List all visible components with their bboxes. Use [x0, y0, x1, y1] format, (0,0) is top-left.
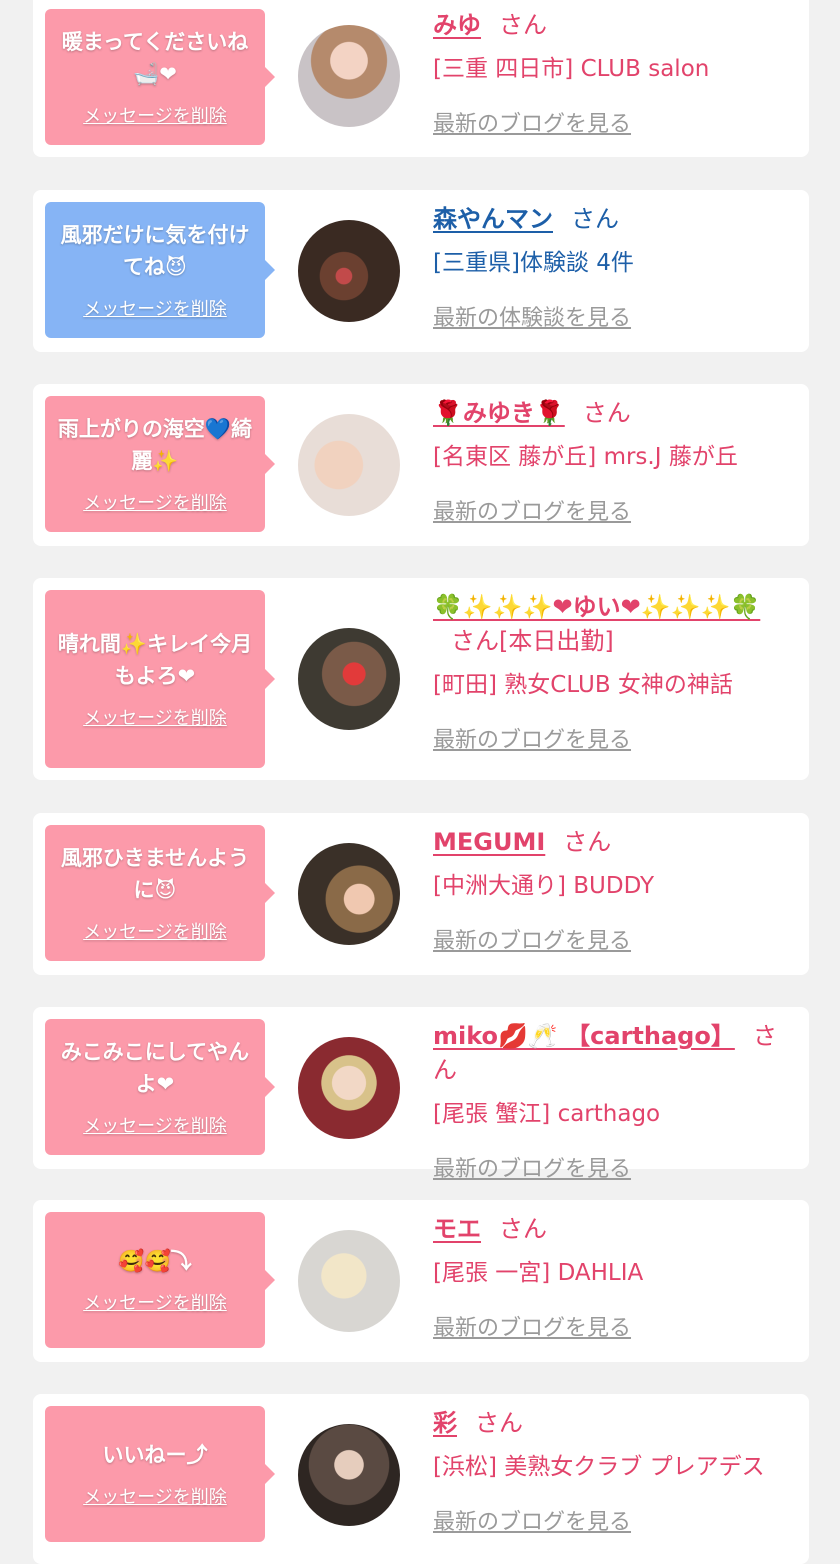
shop-info: [町田] 熟女CLUB 女神の神話 — [433, 672, 733, 698]
message-card: 雨上がりの海空💙綺麗✨ メッセージを削除 🌹みゆき🌹 さん [名東区 藤が丘] m… — [33, 384, 809, 546]
avatar[interactable] — [298, 1424, 400, 1526]
message-text: 雨上がりの海空💙綺麗✨ — [57, 417, 253, 473]
message-bubble: 風邪ひきませんように😈 メッセージを削除 — [45, 825, 275, 961]
avatar[interactable] — [298, 843, 400, 945]
avatar[interactable] — [298, 1037, 400, 1139]
user-name-link[interactable]: 🍀✨✨✨❤ゆい❤✨✨✨🍀 — [433, 593, 760, 621]
user-name-link[interactable]: 森やんマン — [433, 205, 553, 233]
shop-info: [中洲大通り] BUDDY — [433, 873, 655, 899]
delete-message-link[interactable]: メッセージを削除 — [83, 295, 227, 321]
message-text: いいねー⤴ — [102, 1443, 208, 1467]
avatar[interactable] — [298, 414, 400, 516]
message-card: いいねー⤴ メッセージを削除 彩さん [浜松] 美熟女クラブ プレアデス 最新の… — [33, 1394, 809, 1564]
message-card: みこみこにしてやんよ❤ メッセージを削除 miko💋🥂 【carthago】 さん… — [33, 1007, 809, 1182]
avatar[interactable] — [298, 628, 400, 730]
message-bubble: 雨上がりの海空💙綺麗✨ メッセージを削除 — [45, 396, 275, 532]
delete-message-link[interactable]: メッセージを削除 — [83, 1289, 227, 1315]
delete-message-link[interactable]: メッセージを削除 — [83, 1112, 227, 1138]
shop-info: [尾張 一宮] DAHLIA — [433, 1260, 644, 1286]
latest-blog-link[interactable]: 最新のブログを見る — [433, 1310, 631, 1342]
shop-info: [名東区 藤が丘] mrs.J 藤が丘 — [433, 444, 738, 470]
message-card: 風邪ひきませんように😈 メッセージを削除 MEGUMI さん [中洲大通り] BU… — [33, 813, 809, 975]
user-name-link[interactable]: モエ — [433, 1215, 481, 1243]
honorific: さん — [499, 1215, 547, 1243]
user-name-link[interactable]: みゆ — [433, 11, 481, 39]
user-name-link[interactable]: 彩 — [433, 1409, 457, 1437]
message-bubble: みこみこにしてやんよ❤ メッセージを削除 — [45, 1019, 275, 1155]
message-card: 晴れ間✨キレイ今月もよろ❤ メッセージを削除 🍀✨✨✨❤ゆい❤✨✨✨🍀 さん[本日… — [33, 578, 809, 780]
delete-message-link[interactable]: メッセージを削除 — [83, 918, 227, 944]
latest-blog-link[interactable]: 最新のブログを見る — [433, 722, 631, 754]
message-text: みこみこにしてやんよ❤ — [60, 1040, 250, 1096]
honorific: さん[本日出勤] — [451, 627, 614, 655]
message-bubble: いいねー⤴ メッセージを削除 — [45, 1406, 275, 1542]
message-text: 暖まってくださいね🛁❤ — [61, 30, 249, 86]
message-text: 晴れ間✨キレイ今月もよろ❤ — [57, 632, 253, 688]
message-bubble: 風邪だけに気を付けてね😈 メッセージを削除 — [45, 202, 275, 338]
delete-message-link[interactable]: メッセージを削除 — [83, 1483, 227, 1509]
message-bubble: 暖まってくださいね🛁❤ メッセージを削除 — [45, 9, 275, 145]
shop-info: [浜松] 美熟女クラブ プレアデス — [433, 1454, 765, 1480]
delete-message-link[interactable]: メッセージを削除 — [83, 102, 227, 128]
honorific: さん — [499, 11, 547, 39]
avatar[interactable] — [298, 220, 400, 322]
user-name-link[interactable]: miko💋🥂 【carthago】 — [433, 1022, 735, 1050]
message-text: 風邪ひきませんように😈 — [60, 846, 250, 902]
delete-message-link[interactable]: メッセージを削除 — [83, 489, 227, 515]
user-name-link[interactable]: MEGUMI — [433, 828, 545, 856]
message-bubble: 晴れ間✨キレイ今月もよろ❤ メッセージを削除 — [45, 590, 275, 768]
delete-message-link[interactable]: メッセージを削除 — [83, 704, 227, 730]
latest-blog-link[interactable]: 最新のブログを見る — [433, 494, 631, 526]
shop-info: [三重 四日市] CLUB salon — [433, 56, 710, 82]
avatar[interactable] — [298, 1230, 400, 1332]
latest-blog-link[interactable]: 最新のブログを見る — [433, 1504, 631, 1536]
shop-info: [尾張 蟹江] carthago — [433, 1101, 661, 1127]
message-bubble: 🥰🥰⤵ メッセージを削除 — [45, 1212, 275, 1348]
message-card: 暖まってくださいね🛁❤ メッセージを削除 みゆ さん [三重 四日市] CLUB … — [33, 0, 809, 157]
honorific: さん — [563, 828, 612, 856]
honorific: さん — [582, 399, 631, 427]
latest-blog-link[interactable]: 最新のブログを見る — [433, 923, 631, 955]
avatar[interactable] — [298, 25, 400, 127]
latest-review-link[interactable]: 最新の体験談を見る — [433, 300, 631, 332]
latest-blog-link[interactable]: 最新のブログを見る — [433, 1151, 631, 1183]
message-text: 風邪だけに気を付けてね😈 — [60, 223, 250, 279]
latest-blog-link[interactable]: 最新のブログを見る — [433, 106, 631, 138]
user-name-link[interactable]: 🌹みゆき🌹 — [433, 399, 565, 427]
message-card: 🥰🥰⤵ メッセージを削除 モエ さん [尾張 一宮] DAHLIA 最新のブログを… — [33, 1200, 809, 1362]
shop-info: [三重県]体験談 4件 — [433, 250, 634, 276]
honorific: さん — [571, 205, 619, 233]
message-text: 🥰🥰⤵ — [118, 1249, 192, 1273]
message-card: 風邪だけに気を付けてね😈 メッセージを削除 森やんマン さん [三重県]体験談 4… — [33, 190, 809, 352]
honorific: さん — [475, 1409, 523, 1437]
